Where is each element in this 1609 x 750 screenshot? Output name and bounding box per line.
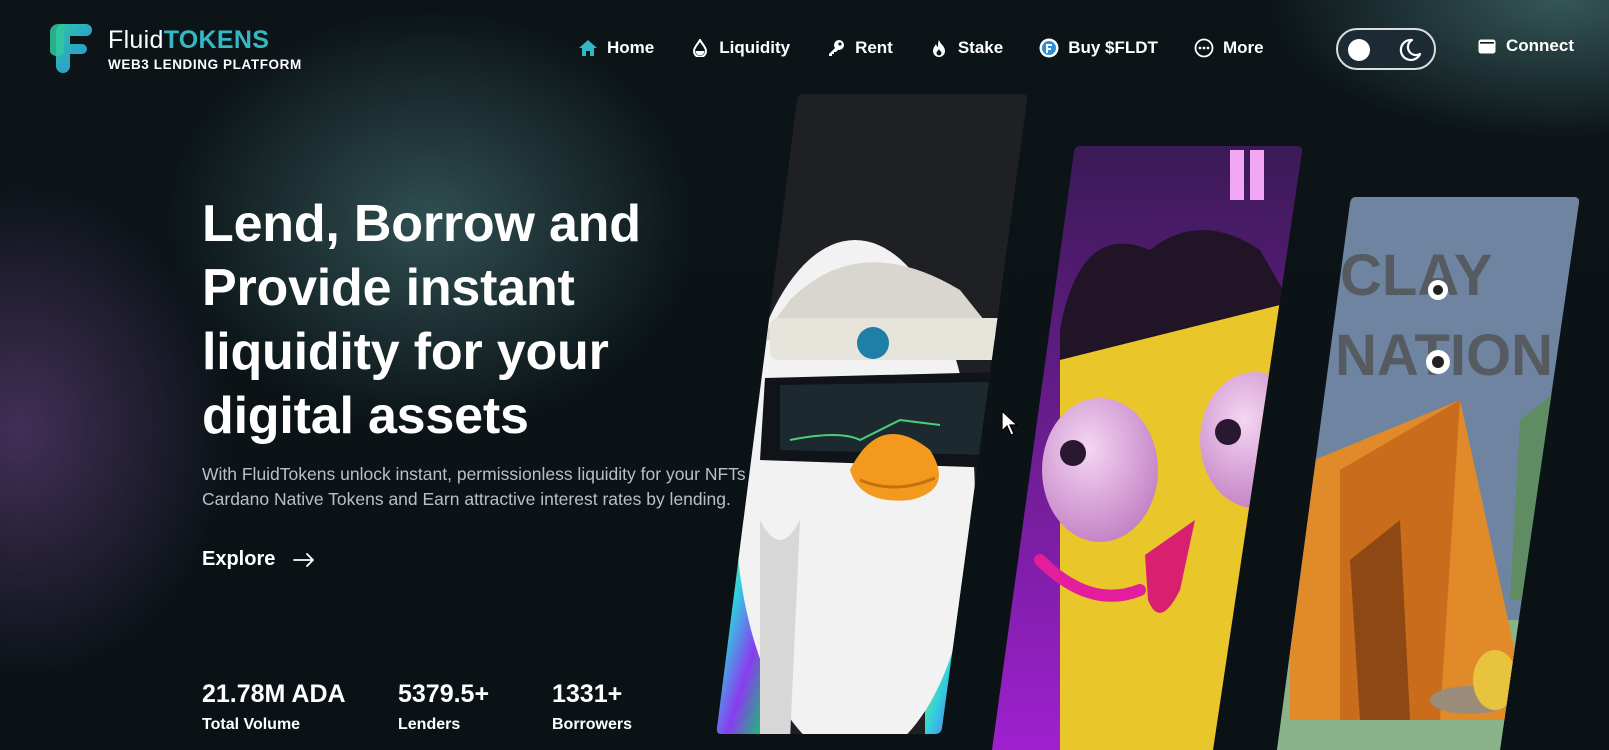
- main-nav: Home Liquidity Rent Stake Buy $FLDT More: [578, 36, 1304, 60]
- site-header: FluidTOKENS WEB3 LENDING PLATFORM Home L…: [0, 0, 1609, 96]
- hero-subtitle: With FluidTokens unlock instant, permiss…: [202, 462, 762, 512]
- nav-item-label: More: [1222, 38, 1264, 57]
- wallet-icon: [1478, 39, 1496, 54]
- nft-card-yellow-bird: [992, 146, 1303, 750]
- stat-value: 21.78M ADA: [202, 680, 346, 708]
- stat-borrowers: 1331+ Borrowers: [552, 680, 632, 734]
- nav-item-rent[interactable]: Rent: [826, 36, 893, 60]
- nav-item-label: Rent: [855, 38, 893, 57]
- stat-lenders: 5379.5+ Lenders: [398, 680, 489, 734]
- more-dots-icon: [1194, 38, 1214, 58]
- brand-name-part2: TOKENS: [163, 26, 270, 54]
- nav-item-label: Stake: [957, 38, 1004, 57]
- nav-item-stake[interactable]: Stake: [929, 36, 1003, 60]
- clay-nation-art-lettering-top: CLAY: [1340, 243, 1493, 308]
- brand-name: FluidTOKENS: [108, 26, 302, 54]
- clay-nation-art-lettering-bottom: NATION: [1335, 323, 1553, 388]
- nav-item-label: Buy $FLDT: [1068, 38, 1158, 57]
- nft-card-clay-tent: CLAY NATION: [1277, 197, 1580, 750]
- explore-label: Explore: [202, 548, 276, 570]
- arrow-right-icon: [293, 552, 315, 567]
- flame-icon: [929, 38, 949, 58]
- nav-item-liquidity[interactable]: Liquidity: [690, 36, 790, 60]
- brand-logo[interactable]: FluidTOKENS WEB3 LENDING PLATFORM: [48, 22, 302, 74]
- stat-value: 5379.5+: [398, 680, 490, 708]
- stat-value: 1331+: [552, 680, 623, 708]
- key-icon: [826, 38, 846, 58]
- nav-item-more[interactable]: More: [1194, 36, 1264, 60]
- brand-name-part1: Fluid: [108, 26, 164, 54]
- toggle-knob: [1348, 39, 1370, 61]
- stat-label: Lenders: [398, 716, 461, 733]
- hero-title: Lend, Borrow and Provide instant liquidi…: [202, 195, 641, 445]
- fldt-token-icon: [1039, 38, 1059, 58]
- fluidtokens-logo-icon: [50, 24, 92, 73]
- stat-total-volume: 21.78M ADA Total Volume: [202, 680, 346, 734]
- nav-item-home[interactable]: Home: [578, 36, 654, 60]
- hero-subtitle-line1: With FluidTokens unlock instant, permiss…: [202, 464, 746, 484]
- moon-icon: [1399, 38, 1422, 61]
- connect-wallet-button[interactable]: Connect: [1478, 36, 1574, 56]
- nav-item-buy-fldt[interactable]: Buy $FLDT: [1039, 36, 1158, 60]
- hero-subtitle-line2: Cardano Native Tokens and Earn attractiv…: [202, 489, 731, 509]
- theme-toggle[interactable]: [1336, 28, 1436, 70]
- droplet-icon: [690, 38, 710, 58]
- explore-button[interactable]: Explore: [202, 548, 315, 571]
- connect-label: Connect: [1506, 36, 1574, 55]
- nav-item-label: Liquidity: [719, 38, 791, 57]
- mouse-cursor-icon: [1001, 410, 1019, 436]
- home-icon: [578, 38, 598, 58]
- nft-card-penguin: [716, 94, 1028, 734]
- brand-tagline: WEB3 LENDING PLATFORM: [108, 57, 302, 72]
- stat-label: Borrowers: [552, 716, 633, 733]
- nav-item-label: Home: [607, 38, 655, 57]
- stat-label: Total Volume: [202, 716, 301, 733]
- brand-text: FluidTOKENS WEB3 LENDING PLATFORM: [108, 26, 302, 72]
